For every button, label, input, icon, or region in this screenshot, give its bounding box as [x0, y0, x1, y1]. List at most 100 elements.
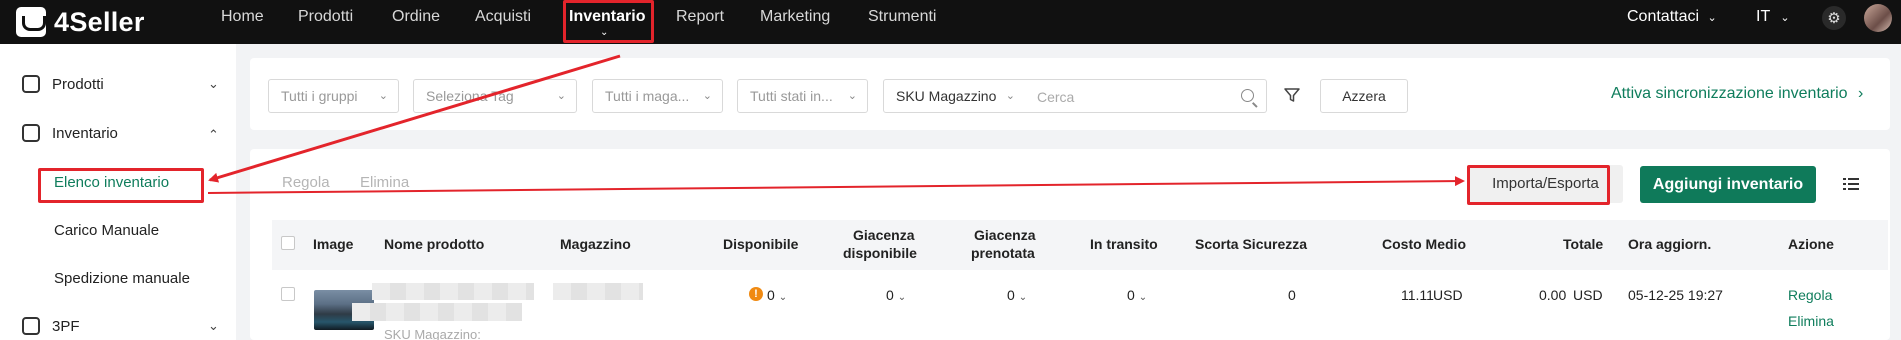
chevron-down-icon: ⌄: [1707, 12, 1717, 24]
select-all-checkbox[interactable]: [281, 236, 295, 250]
avatar[interactable]: [1864, 4, 1892, 32]
exit-icon: [22, 317, 40, 335]
search-icon[interactable]: [1241, 89, 1254, 102]
chevron-down-icon: ⌄: [378, 90, 388, 102]
add-inventory-button[interactable]: Aggiungi inventario: [1640, 166, 1816, 203]
chevron-down-icon: ⌄: [847, 90, 857, 102]
status-select[interactable]: Tutti stati in... ⌄: [737, 79, 868, 113]
tag-select[interactable]: Seleziona Tag ⌄: [413, 79, 577, 113]
bulk-delete-link[interactable]: Elimina: [360, 174, 409, 191]
chevron-down-icon: ⌄: [1018, 292, 1028, 303]
col-stock-reserved-line2: prenotata: [971, 245, 1035, 261]
avg-cost-currency: USD: [1433, 287, 1463, 303]
column-settings-icon[interactable]: [1843, 177, 1859, 191]
total-value: 0.00: [1539, 287, 1567, 303]
reset-button[interactable]: Azzera: [1320, 79, 1408, 113]
warehouse-select-value: Tutti i maga...: [605, 88, 690, 104]
search-box: [1025, 79, 1267, 113]
col-updated: Ora aggiorn.: [1628, 236, 1712, 252]
stock-reserved-number: 0: [1007, 287, 1015, 303]
sku-hint: SKU Magazzino:: [384, 327, 481, 340]
nav-active-chevron-icon: ⌄: [600, 27, 609, 38]
top-navigation-bar: 4Seller Home Prodotti Ordine Acquisti In…: [0, 0, 1901, 44]
stock-reserved-value[interactable]: 0 ⌄: [1007, 287, 1027, 303]
box-icon: [22, 75, 40, 93]
sidebar-item-label: Inventario: [52, 124, 118, 142]
chevron-down-icon: ⌄: [556, 90, 566, 102]
col-action: Azione: [1788, 236, 1834, 252]
language-label: IT: [1756, 8, 1770, 25]
warning-icon: !: [749, 287, 763, 301]
col-in-transit: In transito: [1090, 236, 1158, 252]
stock-available-number: 0: [886, 287, 894, 303]
chevron-down-icon: ⌄: [1138, 292, 1148, 303]
nav-ordine[interactable]: Ordine: [392, 0, 440, 36]
contact-label: Contattaci: [1627, 8, 1700, 25]
gear-icon[interactable]: ⚙: [1822, 6, 1846, 30]
col-avg-cost: Costo Medio: [1382, 236, 1466, 252]
sidebar: Prodotti ⌄ Inventario ⌃ Elenco inventari…: [0, 44, 236, 340]
sidebar-subitem-carico-manuale[interactable]: Carico Manuale: [54, 222, 159, 239]
in-transit-value[interactable]: 0 ⌄: [1127, 287, 1147, 303]
sidebar-item-3pf[interactable]: 3PF ⌄: [0, 306, 236, 340]
product-name-redacted-line2: [352, 303, 522, 321]
updated-value: 05-12-25 19:27: [1628, 287, 1723, 303]
col-total: Totale: [1563, 236, 1604, 252]
row-checkbox[interactable]: [281, 287, 295, 301]
warehouse-select[interactable]: Tutti i maga... ⌄: [592, 79, 723, 113]
tag-select-value: Seleziona Tag: [426, 88, 514, 104]
col-stock-available-line1: Giacenza: [853, 227, 915, 243]
available-value[interactable]: 0 ⌄: [767, 287, 787, 303]
product-name-redacted: [372, 283, 534, 300]
logo-bag-icon: [16, 7, 46, 37]
chevron-down-icon: ⌄: [208, 318, 219, 333]
status-select-value: Tutti stati in...: [750, 88, 833, 104]
nav-report[interactable]: Report: [676, 0, 724, 36]
search-field-value: SKU Magazzino: [896, 88, 997, 104]
sidebar-item-inventario[interactable]: Inventario ⌃: [0, 113, 236, 153]
nav-prodotti[interactable]: Prodotti: [298, 0, 353, 36]
language-menu[interactable]: IT ⌄: [1756, 0, 1790, 36]
col-available: Disponibile: [723, 236, 799, 252]
row-adjust-link[interactable]: Regola: [1788, 287, 1832, 303]
sidebar-item-prodotti[interactable]: Prodotti ⌄: [0, 64, 236, 104]
col-safety-stock: Scorta Sicurezza: [1195, 236, 1308, 252]
chevron-down-icon: ⌄: [208, 76, 219, 91]
sync-inventory-label: Attiva sincronizzazione inventario: [1611, 85, 1848, 102]
contact-menu[interactable]: Contattaci ⌄: [1627, 0, 1717, 36]
col-stock-reserved-line1: Giacenza: [974, 227, 1036, 243]
chevron-down-icon: ⌄: [897, 292, 907, 303]
total-currency: USD: [1573, 287, 1603, 303]
nav-strumenti[interactable]: Strumenti: [868, 0, 936, 36]
stock-available-value[interactable]: 0 ⌄: [886, 287, 906, 303]
safety-stock-value: 0: [1288, 287, 1296, 303]
app-logo[interactable]: 4Seller: [16, 3, 145, 41]
search-field-select[interactable]: SKU Magazzino ⌄: [883, 79, 1026, 113]
sidebar-subitem-elenco-inventario[interactable]: Elenco inventario: [54, 174, 169, 191]
col-product-name: Nome prodotto: [384, 236, 485, 252]
nav-acquisti[interactable]: Acquisti: [475, 0, 531, 36]
groups-select-value: Tutti i gruppi: [281, 88, 358, 104]
col-warehouse: Magazzino: [560, 236, 631, 252]
bulk-adjust-link[interactable]: Regola: [282, 174, 330, 191]
sidebar-item-label: Prodotti: [52, 75, 104, 93]
warehouse-name-redacted: [553, 283, 643, 300]
search-input[interactable]: [1037, 87, 1227, 107]
row-delete-link[interactable]: Elimina: [1788, 313, 1834, 329]
nav-marketing[interactable]: Marketing: [760, 0, 830, 36]
filter-funnel-icon[interactable]: [1283, 86, 1301, 104]
import-export-button[interactable]: Importa/Esporta: [1468, 165, 1623, 203]
groups-select[interactable]: Tutti i gruppi ⌄: [268, 79, 399, 113]
chevron-down-icon: ⌄: [1005, 90, 1015, 102]
chevron-down-icon: ⌄: [702, 90, 712, 102]
sync-inventory-link[interactable]: Attiva sincronizzazione inventario ›: [1611, 85, 1863, 103]
col-image: Image: [313, 236, 354, 252]
chevron-down-icon: ⌄: [778, 292, 788, 303]
nav-home[interactable]: Home: [221, 0, 264, 36]
warehouse-icon: [22, 124, 40, 142]
col-stock-available-line2: disponibile: [843, 245, 917, 261]
sidebar-subitem-spedizione-manuale[interactable]: Spedizione manuale: [54, 270, 190, 287]
in-transit-number: 0: [1127, 287, 1135, 303]
sidebar-item-label: 3PF: [52, 317, 80, 335]
chevron-right-icon: ›: [1858, 85, 1864, 102]
